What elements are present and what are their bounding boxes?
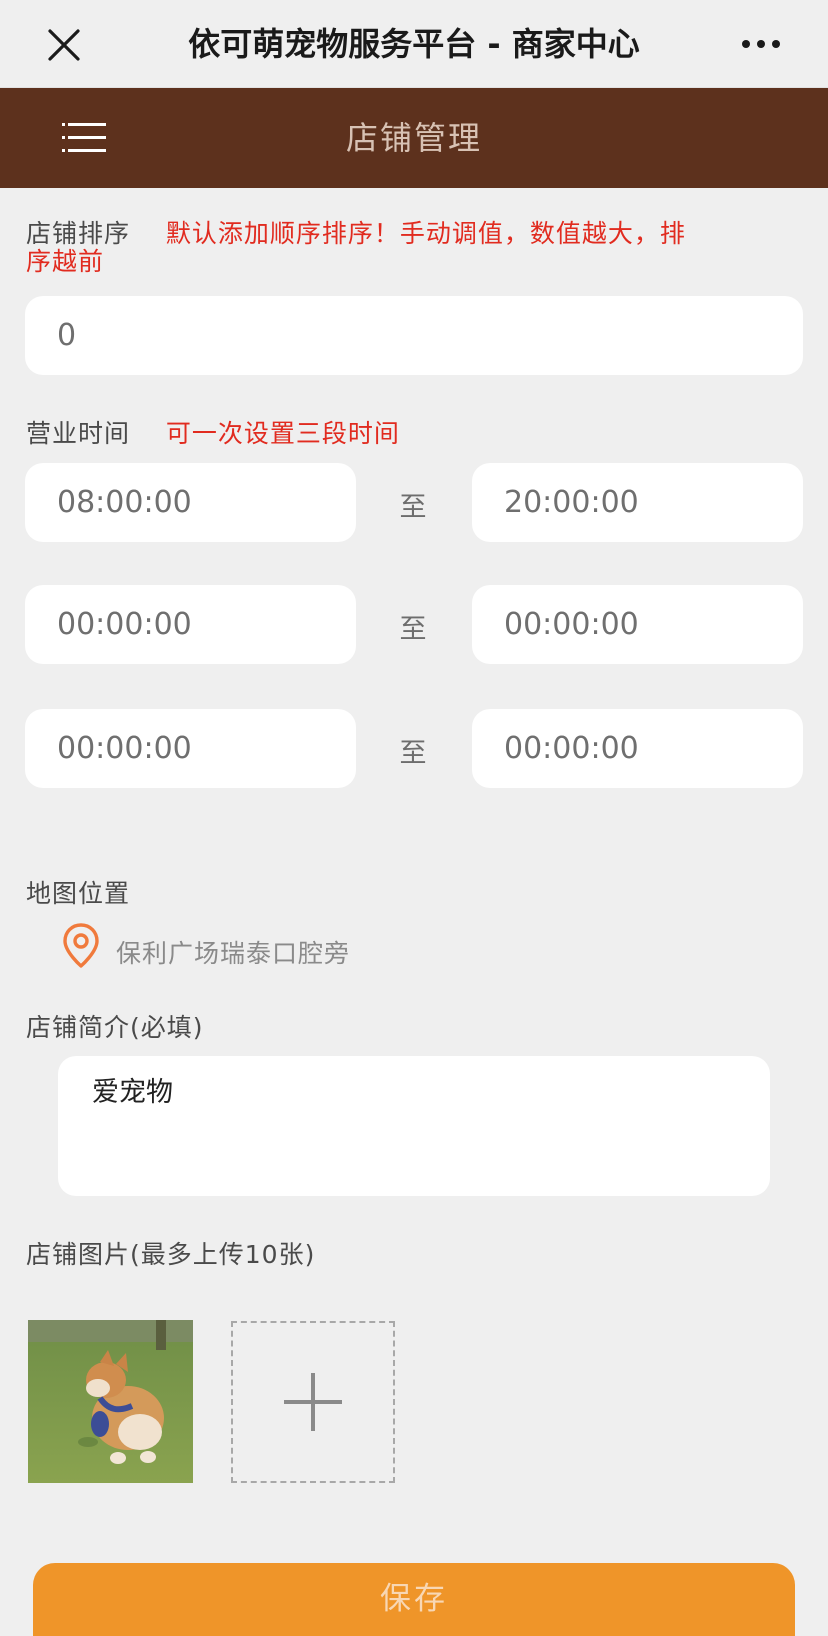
intro-textarea[interactable]: 爱宠物	[58, 1056, 770, 1196]
hours-hint: 可一次设置三段时间	[165, 419, 400, 448]
plus-icon	[284, 1373, 342, 1431]
hours-start-2[interactable]: 00:00:00	[25, 585, 356, 664]
window-title: 依可萌宠物服务平台 - 商家中心	[188, 25, 640, 63]
hours-start-3[interactable]: 00:00:00	[25, 709, 356, 788]
map-address[interactable]: 保利广场瑞泰口腔旁	[116, 934, 350, 970]
images-label: 店铺图片(最多上传10张)	[26, 1240, 316, 1269]
more-dots-icon	[742, 40, 780, 48]
hours-separator-3: 至	[399, 738, 427, 769]
page-title: 店铺管理	[345, 119, 482, 157]
location-pin-icon[interactable]	[62, 923, 100, 969]
hours-label-group: 营业时间 可一次设置三段时间	[26, 414, 400, 450]
close-button[interactable]	[44, 22, 84, 66]
sort-hint: 默认添加顺序排序！手动调值，数值越大，排	[165, 219, 686, 248]
more-button[interactable]	[736, 22, 792, 66]
hours-separator-2: 至	[399, 614, 427, 645]
map-label: 地图位置	[26, 879, 131, 908]
sort-input[interactable]: 0	[25, 296, 803, 375]
close-icon	[48, 29, 80, 61]
hours-start-1[interactable]: 08:00:00	[25, 463, 356, 542]
hours-end-2[interactable]: 00:00:00	[472, 585, 803, 664]
hours-end-3[interactable]: 00:00:00	[472, 709, 803, 788]
hours-separator-1: 至	[399, 492, 427, 523]
store-photo[interactable]	[28, 1320, 193, 1483]
corgi-dog-photo	[28, 1320, 193, 1483]
save-button[interactable]: 保存	[33, 1563, 795, 1636]
hours-label: 营业时间	[26, 419, 131, 448]
add-image-button[interactable]	[231, 1321, 395, 1483]
sort-label-group: 店铺排序 默认添加顺序排序！手动调值，数值越大，排	[26, 220, 686, 248]
hours-end-1[interactable]: 20:00:00	[472, 463, 803, 542]
page: 依可萌宠物服务平台 - 商家中心 店铺管理 店铺排序 默认添加顺序排序！手动调值…	[0, 0, 828, 1636]
sort-hint-line2: 序越前	[26, 247, 105, 276]
intro-label: 店铺简介(必填)	[26, 1013, 204, 1042]
page-header: 店铺管理	[0, 88, 828, 188]
title-bar: 依可萌宠物服务平台 - 商家中心	[0, 0, 828, 88]
sort-label: 店铺排序	[26, 219, 131, 248]
